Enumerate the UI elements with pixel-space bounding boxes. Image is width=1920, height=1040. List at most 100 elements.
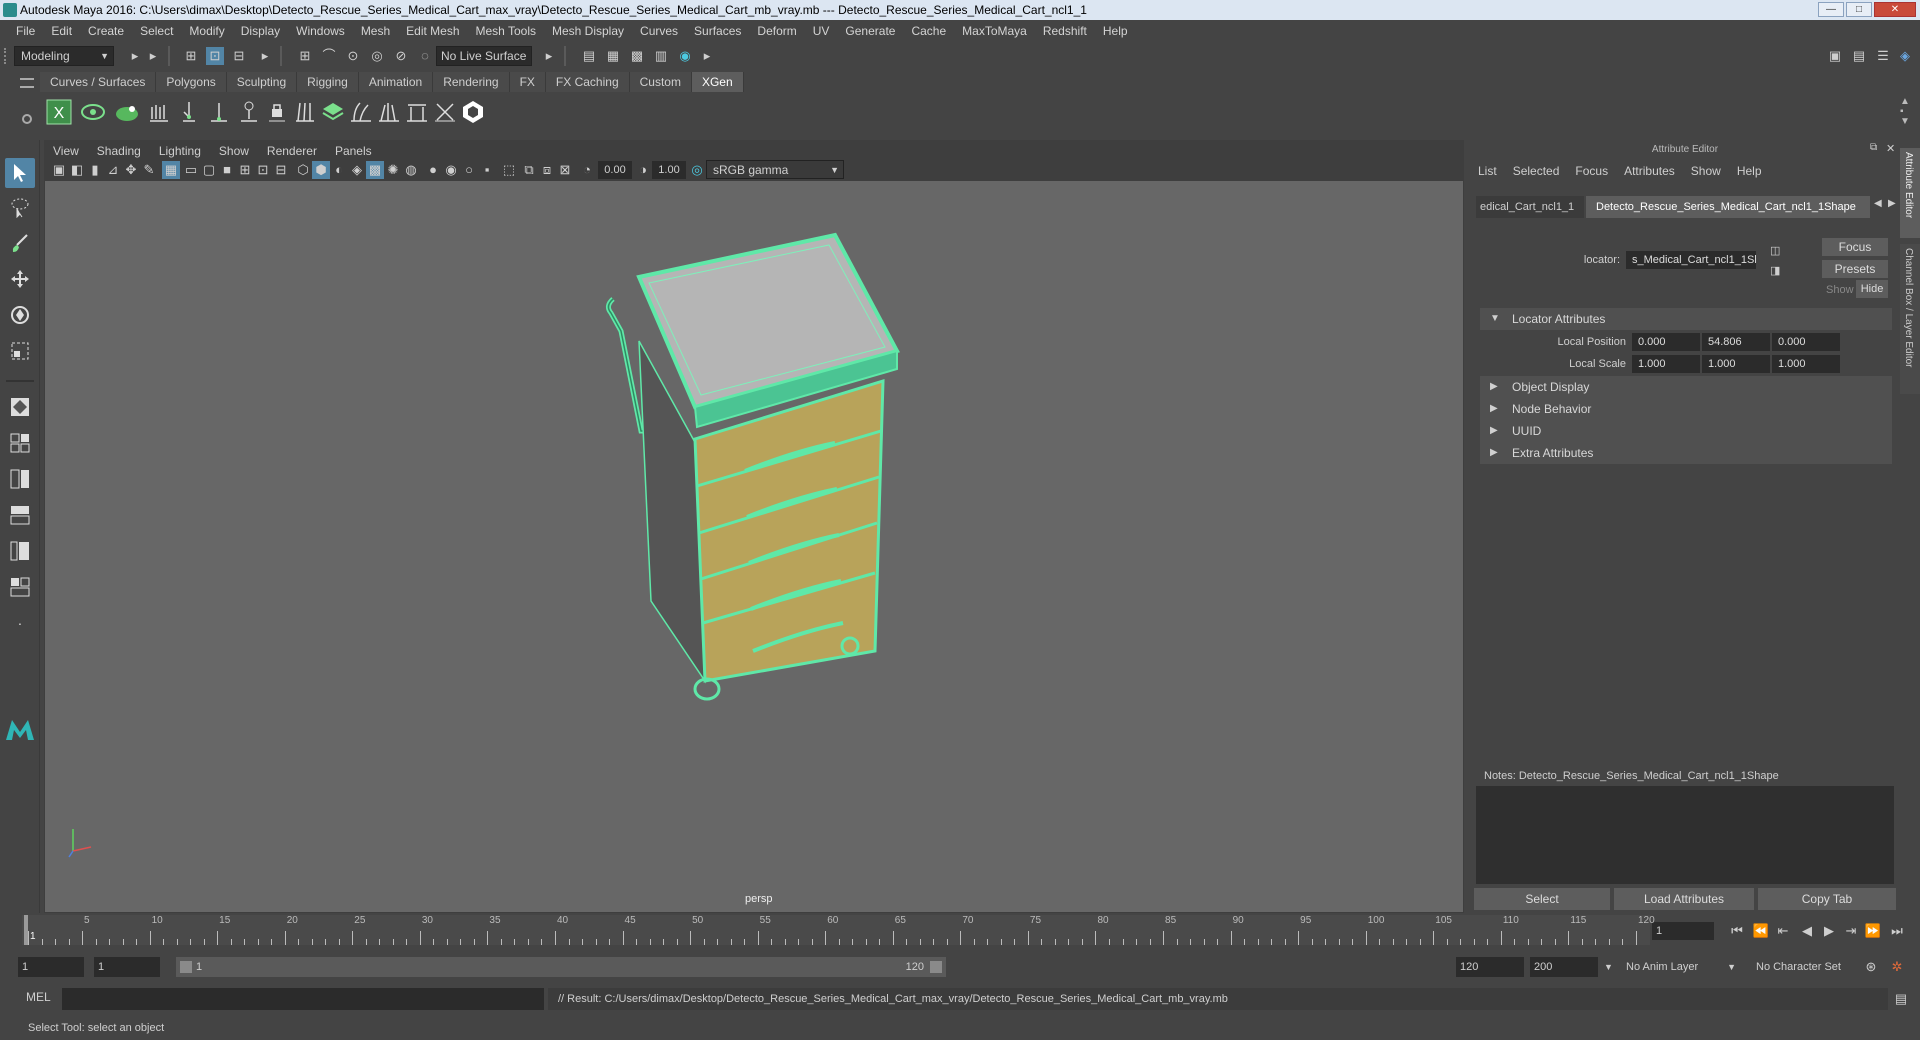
menu-deform[interactable]: Deform (749, 24, 804, 38)
ae-menu-selected[interactable]: Selected (1513, 164, 1560, 178)
xgen-guide-curves-icon[interactable] (430, 97, 460, 127)
use-all-lights-icon[interactable]: ✺ (384, 161, 402, 179)
start-frame-field[interactable]: 1 (18, 957, 84, 977)
panel-menu-show[interactable]: Show (210, 142, 258, 160)
snap-surface-icon[interactable]: ⊘ (392, 47, 410, 65)
image-plane-icon[interactable]: ⊿ (104, 161, 122, 179)
channel-box-toggle-icon[interactable]: ◈ (1896, 47, 1914, 65)
camera-attributes-icon[interactable]: ◧ (68, 161, 86, 179)
select-hierarchy-icon[interactable]: ⊞ (182, 47, 200, 65)
modeling-toolkit-icon[interactable]: ▤ (1850, 47, 1868, 65)
select-component-icon[interactable]: ⊟ (230, 47, 248, 65)
menu-mesh[interactable]: Mesh (353, 24, 398, 38)
ae-menu-attributes[interactable]: Attributes (1624, 164, 1675, 178)
snap-point-icon[interactable]: ⊙ (344, 47, 362, 65)
select-button[interactable]: Select (1474, 888, 1610, 910)
mode-dropdown[interactable]: Modeling ▼ (14, 46, 114, 66)
render-frame-icon[interactable]: ▦ (604, 47, 622, 65)
menu-display[interactable]: Display (233, 24, 288, 38)
collapse-arrow-icon[interactable]: ▸ (256, 47, 274, 65)
two-d-pan-icon[interactable]: ✥ (122, 161, 140, 179)
ae-menu-help[interactable]: Help (1737, 164, 1762, 178)
collapse-arrow-icon[interactable]: ▸ (698, 47, 716, 65)
section-extra-attributes[interactable]: ▶ Extra Attributes (1480, 442, 1892, 464)
xgen-add-guide-icon[interactable] (204, 97, 234, 127)
menu-select[interactable]: Select (132, 24, 181, 38)
panel-menu-view[interactable]: View (44, 142, 88, 160)
scale-tool-icon[interactable] (5, 336, 35, 366)
maximize-button[interactable]: □ (1846, 2, 1872, 17)
section-uuid[interactable]: ▶ UUID (1480, 420, 1892, 442)
ae-menu-focus[interactable]: Focus (1575, 164, 1608, 178)
panel-menu-renderer[interactable]: Renderer (258, 142, 326, 160)
menu-file[interactable]: File (8, 24, 43, 38)
shelf-settings-icon[interactable] (22, 114, 32, 124)
textured-icon[interactable]: ▩ (366, 161, 384, 179)
panel-menu-lighting[interactable]: Lighting (150, 142, 210, 160)
xgen-guide-length-icon[interactable] (290, 97, 320, 127)
menu-generate[interactable]: Generate (837, 24, 903, 38)
four-view-layout-icon[interactable] (5, 428, 35, 458)
ae-menu-list[interactable]: List (1478, 164, 1497, 178)
xgen-hex-icon[interactable] (458, 97, 488, 127)
graph-layout-icon[interactable] (5, 536, 35, 566)
xgen-place-guide-icon[interactable] (174, 97, 204, 127)
shadows-icon[interactable]: ◍ (402, 161, 420, 179)
paint-select-icon[interactable] (5, 228, 35, 258)
minimize-button[interactable]: — (1818, 2, 1844, 17)
play-backwards-icon[interactable]: ◀ (1798, 922, 1816, 940)
close-panel-icon[interactable]: ✕ (1886, 142, 1895, 155)
live-surface-field[interactable]: No Live Surface (436, 46, 532, 66)
tab-transform-node[interactable]: edical_Cart_ncl1_1 (1476, 196, 1584, 218)
script-language-label[interactable]: MEL (26, 990, 51, 1004)
focus-output-icon[interactable]: ◨ (1770, 264, 1780, 277)
panel-menu-shading[interactable]: Shading (88, 142, 150, 160)
tab-attribute-editor[interactable]: Attribute Editor (1900, 148, 1920, 238)
xgen-lock-guide-icon[interactable] (262, 97, 292, 127)
anim-layer-dropdown[interactable]: No Anim Layer ▼ (1620, 957, 1740, 977)
tab-sculpting[interactable]: Sculpting (226, 72, 298, 92)
perspective-viewport[interactable]: persp (45, 181, 1463, 912)
tab-animation[interactable]: Animation (358, 72, 434, 92)
shelf-menu-icon[interactable] (20, 78, 34, 88)
grease-pencil-icon[interactable]: ✎ (140, 161, 158, 179)
tab-curves-surfaces[interactable]: Curves / Surfaces (40, 72, 157, 92)
step-forward-key-icon[interactable]: ⇥ (1842, 922, 1860, 940)
local-scale-z[interactable]: 1.000 (1772, 355, 1840, 373)
xgen-editor-icon[interactable]: X (44, 97, 74, 127)
film-gate-icon[interactable]: ▭ (182, 161, 200, 179)
resolution-gate-icon[interactable]: ▢ (200, 161, 218, 179)
xgen-layers-icon[interactable] (318, 97, 348, 127)
menu-redshift[interactable]: Redshift (1035, 24, 1095, 38)
menu-modify[interactable]: Modify (181, 24, 232, 38)
close-button[interactable]: ✕ (1874, 2, 1916, 17)
menu-mesh-tools[interactable]: Mesh Tools (468, 24, 544, 38)
go-to-start-icon[interactable]: ⏮ (1728, 922, 1746, 940)
tab-polygons[interactable]: Polygons (156, 72, 227, 92)
ae-menu-show[interactable]: Show (1691, 164, 1721, 178)
tab-channel-box[interactable]: Channel Box / Layer Editor (1900, 244, 1920, 394)
smooth-shade-icon[interactable]: ⬢ (312, 161, 330, 179)
motion-blur-icon[interactable]: ◉ (442, 161, 460, 179)
exposure-field[interactable]: 0.00 (598, 161, 632, 179)
range-start-field[interactable]: 1 (94, 957, 160, 977)
end-frame-field[interactable]: 120 (1456, 957, 1524, 977)
play-forwards-icon[interactable]: ▶ (1820, 922, 1838, 940)
gamma-field[interactable]: 1.00 (652, 161, 686, 179)
isolate-select-icon[interactable]: ⬚ (500, 161, 518, 179)
animation-preferences-icon[interactable]: ✲ (1888, 958, 1906, 976)
render-layout-icon[interactable] (5, 572, 35, 602)
menu-edit[interactable]: Edit (43, 24, 80, 38)
menu-surfaces[interactable]: Surfaces (686, 24, 749, 38)
focus-input-icon[interactable]: ◫ (1770, 244, 1780, 257)
menu-help[interactable]: Help (1095, 24, 1136, 38)
wireframe-icon[interactable]: ⬡ (294, 161, 312, 179)
local-scale-y[interactable]: 1.000 (1702, 355, 1770, 373)
field-chart-icon[interactable]: ⊞ (236, 161, 254, 179)
section-node-behavior[interactable]: ▶ Node Behavior (1480, 398, 1892, 420)
outliner-layout-icon[interactable] (5, 500, 35, 530)
local-position-z[interactable]: 0.000 (1772, 333, 1840, 351)
xray-icon[interactable]: ⧉ (520, 161, 538, 179)
local-position-y[interactable]: 54.806 (1702, 333, 1770, 351)
xray-joints-icon[interactable]: ⧈ (538, 161, 556, 179)
